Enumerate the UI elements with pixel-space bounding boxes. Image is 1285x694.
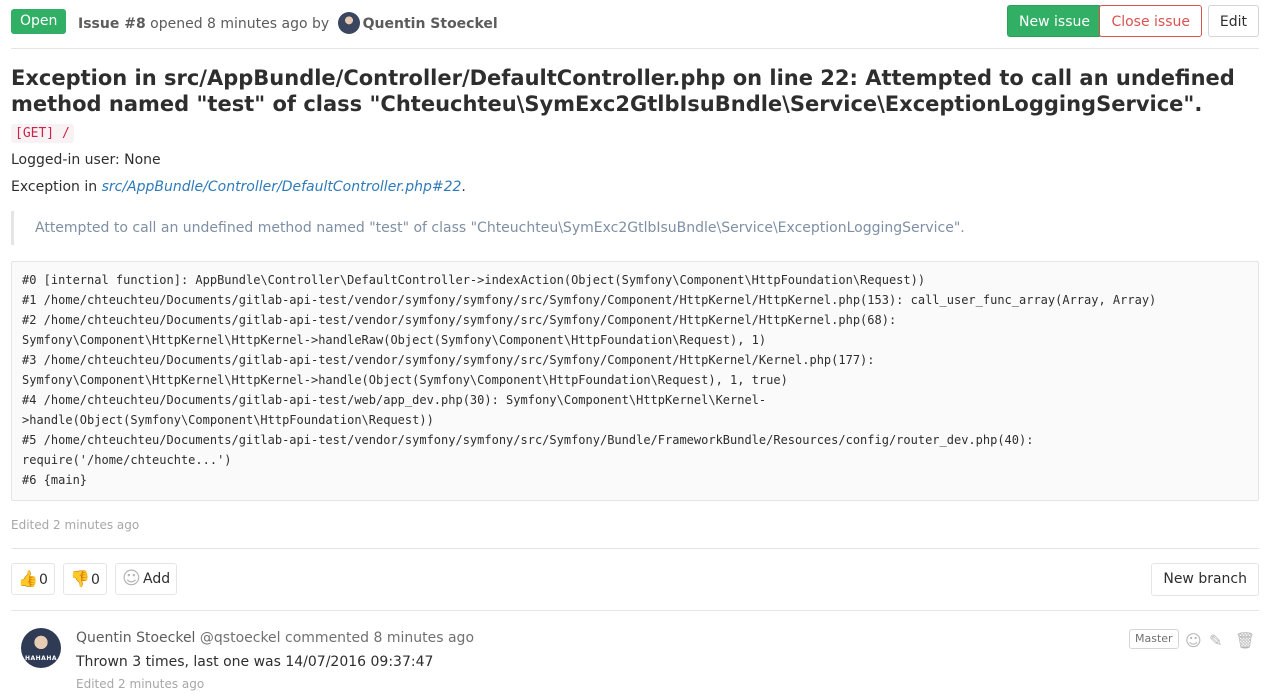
smiley-icon: ☺ <box>122 568 141 589</box>
trace-line: Symfony\Component\HttpKernel\HttpKernel-… <box>22 333 767 347</box>
commenter-avatar[interactable]: HAHAHA <box>21 628 61 668</box>
note-edited-text: Edited 2 minutes ago <box>76 677 205 691</box>
thumbs-down-award-button[interactable]: 👎0 <box>63 563 107 595</box>
issue-edited-text: Edited 2 minutes ago <box>11 518 140 532</box>
opened-text: opened 8 minutes ago by <box>150 16 330 32</box>
exception-location: Exception in src/AppBundle/Controller/De… <box>11 179 466 195</box>
exception-suffix: . <box>461 179 466 195</box>
trace-line: #5 /home/chteuchteu/Documents/gitlab-api… <box>22 433 1034 447</box>
note-header: Quentin Stoeckel @qstoeckel commented 8 … <box>76 630 474 646</box>
trace-line: require('/home/chteuchte...') <box>22 453 232 467</box>
trace-line: #4 /home/chteuchteu/Documents/gitlab-api… <box>22 393 767 407</box>
edit-button[interactable]: Edit <box>1207 5 1259 37</box>
issue-reference: Issue #8 <box>78 16 146 32</box>
role-badge: Master <box>1129 629 1179 649</box>
edit-pencil-icon[interactable]: ✎ <box>1209 631 1222 650</box>
thumbs-up-icon: 👍 <box>18 569 38 588</box>
add-award-button[interactable]: ☺ Add <box>115 563 178 595</box>
request-code: [GET] / <box>11 124 74 143</box>
trace-line: #6 {main} <box>22 473 88 487</box>
trash-icon[interactable]: 🗑 <box>1235 631 1255 650</box>
trace-line: #1 /home/chteuchteu/Documents/gitlab-api… <box>22 293 1157 307</box>
exception-file-link[interactable]: src/AppBundle/Controller/DefaultControll… <box>102 179 462 195</box>
smiley-icon[interactable]: ☺ <box>1185 631 1202 650</box>
avatar-caption: HAHAHA <box>25 655 57 662</box>
close-issue-button[interactable]: Close issue <box>1099 5 1202 37</box>
stack-trace: #0 [internal function]: AppBundle\Contro… <box>11 261 1259 501</box>
issue-header: Open Issue #8 opened 8 minutes ago by Qu… <box>11 5 1259 39</box>
author-link[interactable]: Quentin Stoeckel <box>363 16 498 32</box>
author-avatar[interactable] <box>337 12 360 34</box>
thumbs-up-award-button[interactable]: 👍0 <box>11 563 55 595</box>
trace-line: #3 /home/chteuchteu/Documents/gitlab-api… <box>22 353 875 367</box>
trace-line: >handle(Object(Symfony\Component\HttpFou… <box>22 413 434 427</box>
add-award-label: Add <box>143 571 171 587</box>
thumbs-down-count: 0 <box>91 572 100 588</box>
divider <box>11 48 1259 49</box>
thumbs-down-icon: 👎 <box>70 569 90 588</box>
trace-line: #0 [internal function]: AppBundle\Contro… <box>22 273 926 287</box>
issue-meta: Issue #8 opened 8 minutes ago by Quentin… <box>78 12 498 34</box>
note-action-time[interactable]: commented 8 minutes ago <box>285 630 474 646</box>
exception-quote: Attempted to call an undefined method na… <box>11 211 1259 245</box>
thumbs-up-count: 0 <box>39 572 48 588</box>
status-badge: Open <box>11 9 67 34</box>
divider <box>11 548 1259 549</box>
trace-line: Symfony\Component\HttpKernel\HttpKernel-… <box>22 373 788 387</box>
note-author-handle[interactable]: @qstoeckel <box>200 630 281 646</box>
new-branch-button[interactable]: New branch <box>1151 563 1259 596</box>
new-issue-button[interactable]: New issue <box>1007 5 1102 37</box>
note-body: Thrown 3 times, last one was 14/07/2016 … <box>76 654 434 670</box>
divider <box>11 610 1259 611</box>
note-author-link[interactable]: Quentin Stoeckel <box>76 630 195 646</box>
issue-title: Exception in src/AppBundle/Controller/De… <box>11 66 1235 116</box>
logged-in-user: Logged-in user: None <box>11 152 161 168</box>
exception-prefix: Exception in <box>11 179 98 195</box>
trace-line: #2 /home/chteuchteu/Documents/gitlab-api… <box>22 313 897 327</box>
